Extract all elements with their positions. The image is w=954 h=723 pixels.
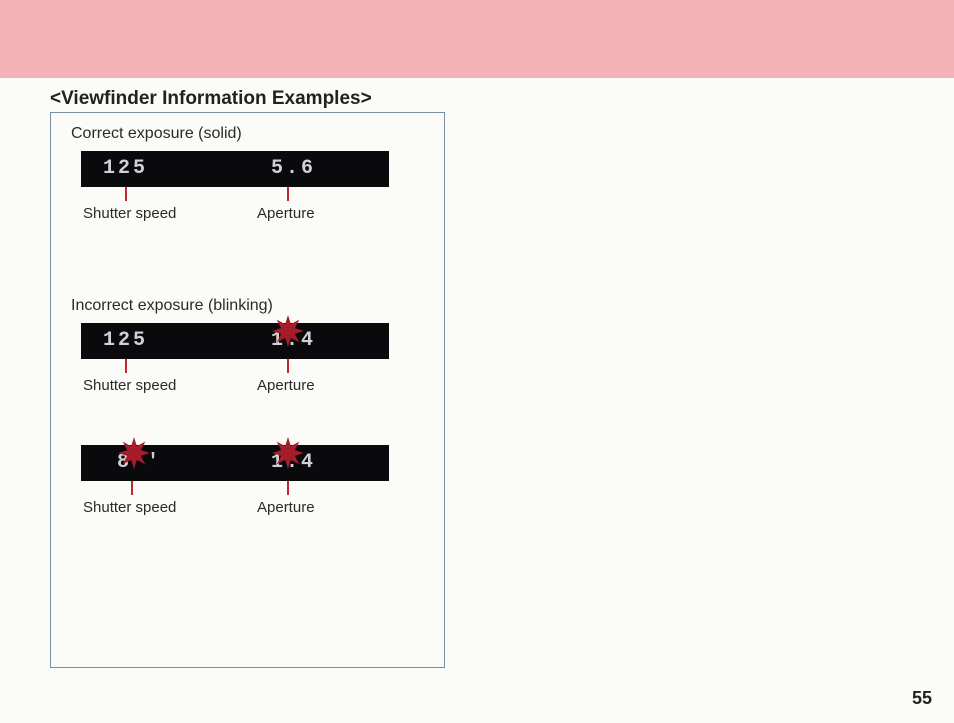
lcd-aperture-value: 1.4 [271,329,316,352]
labels-incorrect-2: Shutter speed Aperture [81,481,389,533]
shutter-label: Shutter speed [83,377,176,394]
lcd-aperture-value: 1.4 [271,451,316,474]
pointer-icon [287,481,289,495]
lcd-incorrect-2: 8'' 1.4 [81,445,389,481]
pointer-icon [287,187,289,201]
pointer-icon [125,359,127,373]
labels-correct: Shutter speed Aperture [81,187,389,239]
lcd-shutter-value: 8'' [117,451,162,474]
section-title: <Viewfinder Information Examples> [50,88,372,110]
aperture-label: Aperture [257,499,315,516]
lcd-correct: 125 5.6 [81,151,389,187]
shutter-label: Shutter speed [83,499,176,516]
lcd-shutter-value: 125 [103,157,148,180]
shutter-label: Shutter speed [83,205,176,222]
page-number: 55 [912,688,932,709]
aperture-label: Aperture [257,377,315,394]
pointer-icon [287,359,289,373]
correct-heading: Correct exposure (solid) [71,125,432,143]
lcd-incorrect-1: 125 1.4 [81,323,389,359]
lcd-aperture-value: 5.6 [271,157,316,180]
incorrect-heading: Incorrect exposure (blinking) [71,297,432,315]
examples-panel: Correct exposure (solid) 125 5.6 Shutter… [50,112,445,668]
lcd-shutter-value: 125 [103,329,148,352]
header-bar [0,0,954,78]
labels-incorrect-1: Shutter speed Aperture [81,359,389,411]
aperture-label: Aperture [257,205,315,222]
pointer-icon [125,187,127,201]
pointer-icon [131,481,133,495]
